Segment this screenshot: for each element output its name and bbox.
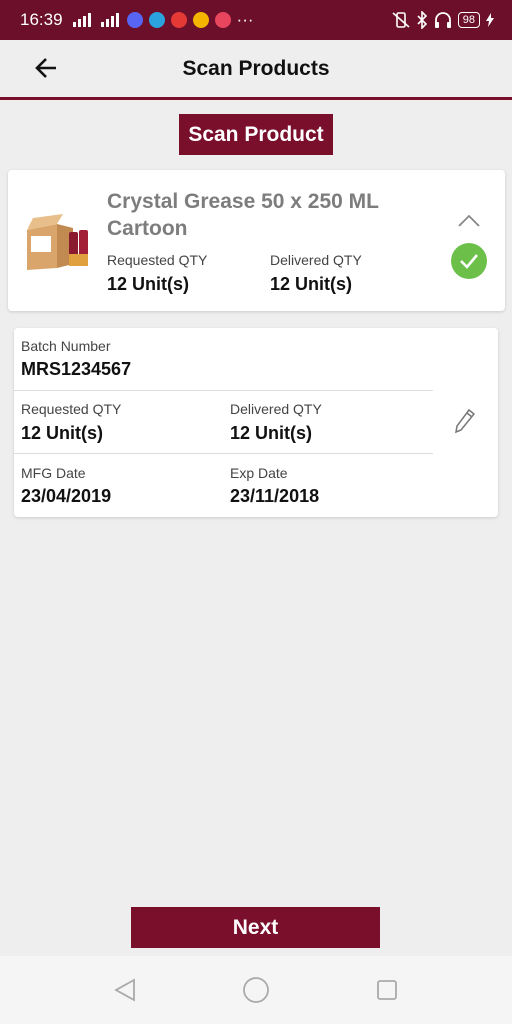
pinwheel-icon <box>192 12 209 28</box>
check-icon <box>460 254 478 269</box>
divider <box>14 453 433 454</box>
nav-home-button[interactable] <box>236 970 276 1010</box>
status-bar-right: 98 <box>392 11 494 29</box>
batch-card: Batch Number MRS1234567 Requested QTY 12… <box>14 328 498 517</box>
app-bar: Scan Products <box>0 40 512 100</box>
nav-back-button[interactable] <box>105 970 145 1010</box>
product-image <box>27 214 88 270</box>
batch-number-value: MRS1234567 <box>21 359 132 379</box>
nav-recents-button[interactable] <box>367 970 407 1010</box>
batch-delivered-qty-label: Delivered QTY <box>230 401 322 417</box>
scan-product-button[interactable]: Scan Product <box>179 114 333 155</box>
delivered-qty-value: 12 Unit(s) <box>270 274 353 294</box>
square-recents-icon <box>376 980 397 1000</box>
divider <box>14 390 433 391</box>
charging-icon <box>486 13 494 27</box>
batch-delivered-qty-value: 12 Unit(s) <box>230 423 313 443</box>
battery-indicator: 98 <box>457 12 480 28</box>
chevron-up-icon[interactable] <box>458 214 480 228</box>
requested-qty-value: 12 Unit(s) <box>107 274 190 294</box>
app-icon-2 <box>214 12 231 28</box>
triangle-back-icon <box>114 978 136 1002</box>
signal-icon <box>72 13 91 27</box>
discord-icon <box>126 12 143 28</box>
mfg-date-value: 23/04/2019 <box>21 486 112 506</box>
batch-number-label: Batch Number <box>21 338 111 354</box>
bluetooth-icon <box>417 11 427 29</box>
signal-icon-2 <box>100 13 119 27</box>
status-bar: 16:39 ··· 98 <box>0 0 512 40</box>
back-button[interactable] <box>30 52 62 84</box>
status-bar-left: 16:39 ··· <box>20 10 254 30</box>
next-button[interactable]: Next <box>131 907 380 948</box>
product-card[interactable]: Crystal Grease 50 x 250 ML Cartoon Reque… <box>8 170 505 311</box>
batch-requested-qty-label: Requested QTY <box>21 401 122 417</box>
clock: 16:39 <box>20 10 63 29</box>
requested-qty-label: Requested QTY <box>107 252 208 268</box>
vibrate-off-icon <box>392 12 410 28</box>
page-title: Scan Products <box>182 56 330 80</box>
batch-requested-qty-value: 12 Unit(s) <box>21 423 104 443</box>
status-badge <box>451 243 487 279</box>
telegram-icon <box>148 12 165 28</box>
delivered-qty-label: Delivered QTY <box>270 252 362 268</box>
product-name: Crystal Grease 50 x 250 ML Cartoon <box>107 190 379 240</box>
headphones-icon <box>434 12 451 28</box>
pencil-icon[interactable] <box>454 408 476 434</box>
mfg-date-label: MFG Date <box>21 465 86 481</box>
system-nav-bar <box>0 956 512 1024</box>
app-icon <box>170 12 187 28</box>
arrow-left-icon <box>35 58 56 78</box>
circle-home-icon <box>243 977 269 1003</box>
exp-date-label: Exp Date <box>230 465 288 481</box>
more-notifications: ··· <box>236 10 254 29</box>
exp-date-value: 23/11/2018 <box>230 486 320 506</box>
